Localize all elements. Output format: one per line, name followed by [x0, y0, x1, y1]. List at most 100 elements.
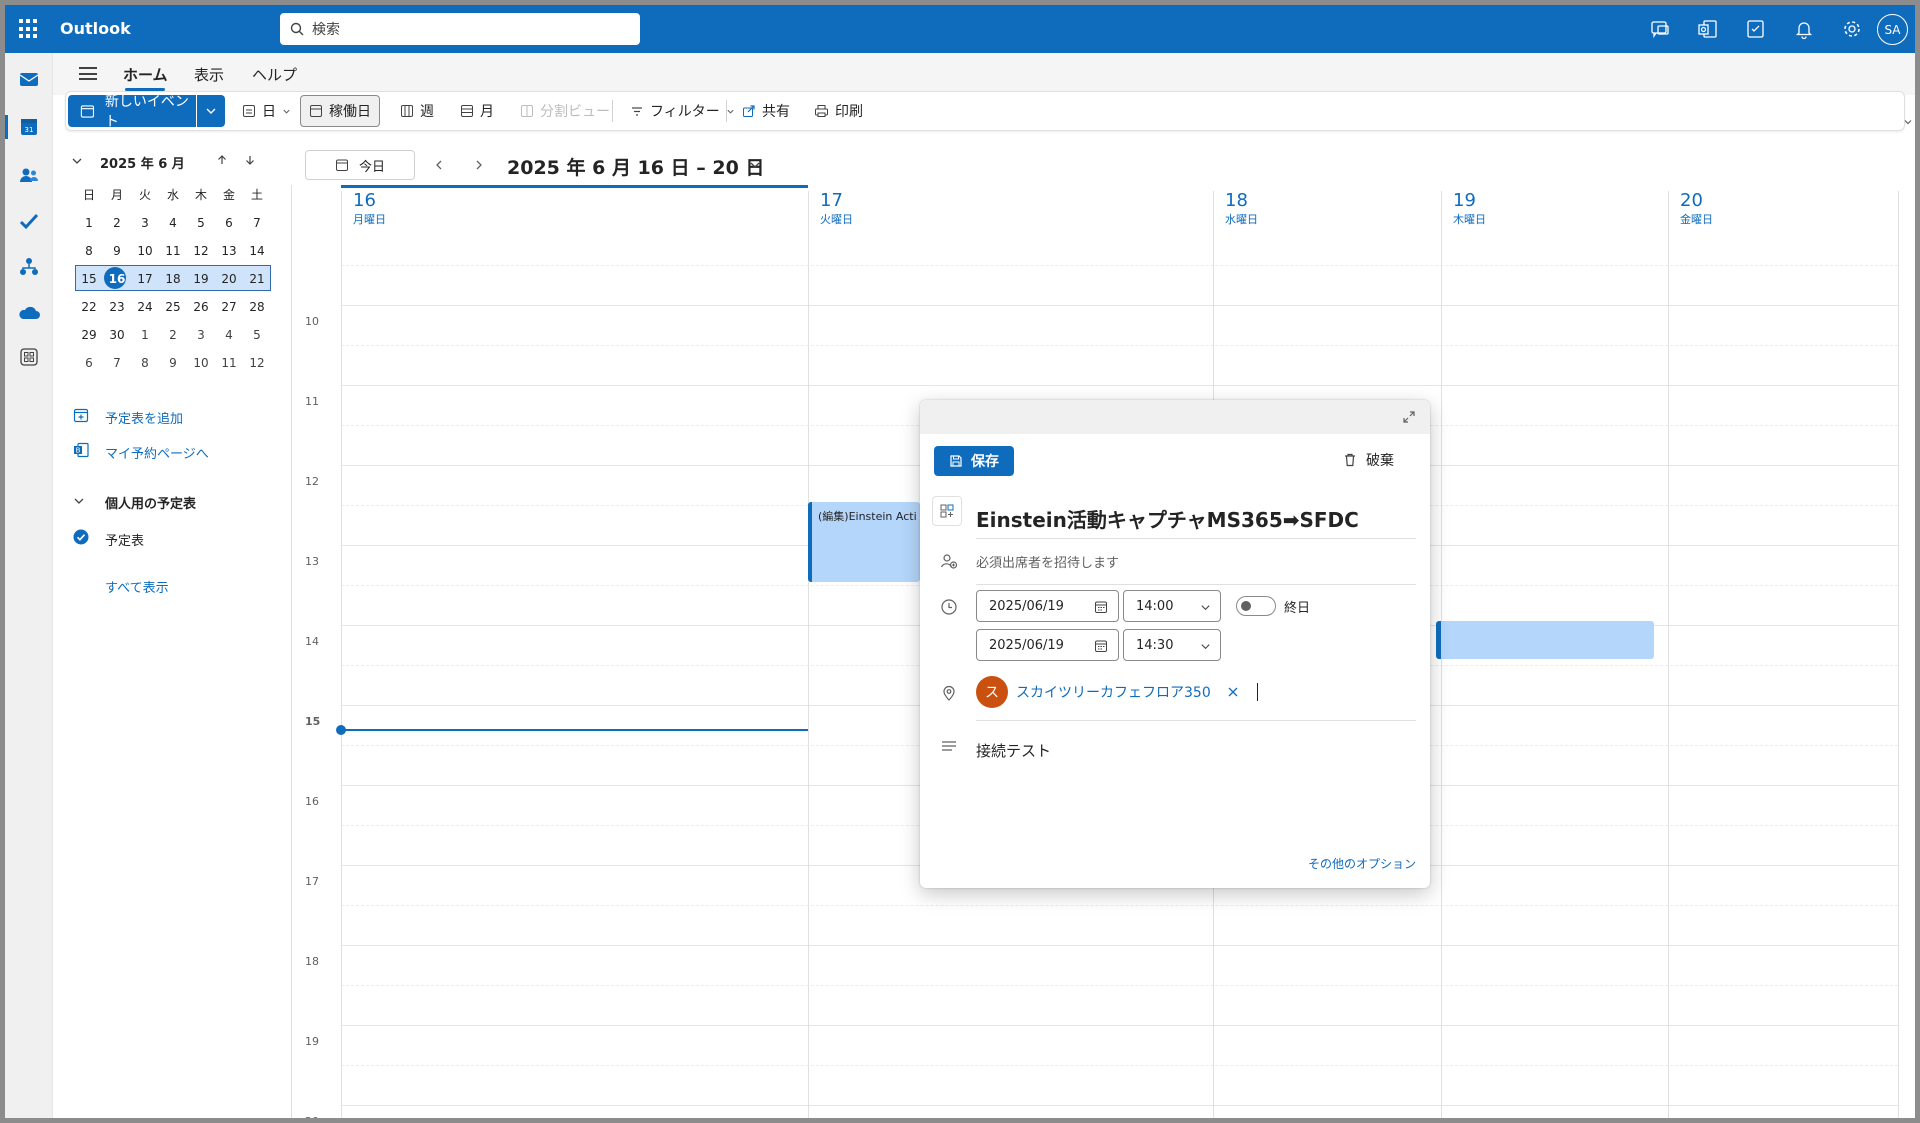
checked-circle-icon[interactable]: [73, 529, 89, 545]
share-button[interactable]: 共有: [734, 95, 798, 127]
chevron-down-icon[interactable]: [749, 159, 761, 171]
mini-calendar-day[interactable]: 24: [137, 300, 152, 314]
mini-calendar-day[interactable]: 14: [249, 244, 264, 258]
add-calendar-link[interactable]: 予定表を追加: [105, 408, 183, 427]
more-options-link[interactable]: その他のオプション: [1308, 855, 1416, 872]
mini-calendar-day[interactable]: 9: [169, 356, 177, 370]
mini-calendar-day[interactable]: 29: [81, 328, 96, 342]
mini-calendar-day[interactable]: 19: [193, 272, 208, 286]
chevron-left-icon[interactable]: [433, 159, 445, 171]
mini-calendar-day[interactable]: 4: [225, 328, 233, 342]
mini-calendar-day[interactable]: 5: [253, 328, 261, 342]
mini-calendar-day[interactable]: 18: [165, 272, 180, 286]
mini-calendar-day[interactable]: 3: [141, 216, 149, 230]
location-chip[interactable]: ス スカイツリーカフェフロア350: [976, 676, 1258, 708]
attendees-input[interactable]: 必須出席者を招待します: [976, 552, 1119, 571]
mini-calendar-day[interactable]: 1: [141, 328, 149, 342]
people-icon[interactable]: [17, 163, 41, 187]
mini-calendar-day[interactable]: 10: [193, 356, 208, 370]
mini-calendar-day[interactable]: 7: [113, 356, 121, 370]
tab-help[interactable]: ヘルプ: [252, 64, 297, 85]
draft-event-block[interactable]: [1436, 621, 1654, 659]
todo-icon[interactable]: [17, 209, 41, 233]
mini-calendar-day[interactable]: 11: [221, 356, 236, 370]
new-event-button[interactable]: 新しいイベント: [68, 94, 196, 130]
mini-calendar-day[interactable]: 2: [169, 328, 177, 342]
ribbon-expand-icon[interactable]: [1903, 117, 1913, 127]
mini-calendar-day[interactable]: 15: [81, 272, 96, 286]
chevron-right-icon[interactable]: [473, 159, 485, 171]
feedback-icon[interactable]: [1648, 17, 1672, 41]
user-avatar[interactable]: SA: [1877, 14, 1908, 45]
mini-calendar-day[interactable]: 9: [113, 244, 121, 258]
bell-icon[interactable]: [1792, 17, 1816, 41]
tab-view[interactable]: 表示: [194, 64, 224, 85]
close-icon[interactable]: [1227, 686, 1239, 698]
mini-calendar-day[interactable]: 4: [169, 216, 177, 230]
hamburger-icon[interactable]: [79, 67, 97, 80]
new-event-dropdown-button[interactable]: [197, 95, 225, 127]
day-header[interactable]: 20 金曜日: [1680, 190, 1713, 227]
outlook-app-icon[interactable]: [1696, 17, 1720, 41]
save-button[interactable]: 保存: [934, 446, 1014, 476]
mini-calendar-day[interactable]: 22: [81, 300, 96, 314]
gear-icon[interactable]: [1840, 17, 1864, 41]
arrow-down-icon[interactable]: [244, 154, 256, 166]
mini-calendar-day[interactable]: 2: [113, 216, 121, 230]
mini-calendar-day[interactable]: 8: [141, 356, 149, 370]
mini-calendar-day[interactable]: 20: [221, 272, 236, 286]
onedrive-icon[interactable]: [17, 301, 41, 325]
mini-calendar-day[interactable]: 5: [197, 216, 205, 230]
mini-calendar-day[interactable]: 3: [197, 328, 205, 342]
mini-calendar-day[interactable]: 1: [85, 216, 93, 230]
month-view-button[interactable]: 月: [452, 95, 502, 127]
filter-button[interactable]: フィルター: [622, 95, 743, 127]
day-header[interactable]: 18 水曜日: [1225, 190, 1258, 227]
collapse-chevron-icon[interactable]: [71, 155, 83, 167]
org-explorer-icon[interactable]: [17, 255, 41, 279]
day-view-button[interactable]: 日: [234, 95, 299, 127]
mini-calendar-day[interactable]: 17: [137, 272, 152, 286]
mini-calendar-day[interactable]: 13: [221, 244, 236, 258]
category-picker[interactable]: [932, 496, 962, 526]
calendar-icon[interactable]: 31: [17, 115, 41, 139]
start-time-select[interactable]: 14:00: [1123, 590, 1221, 622]
date-range-title[interactable]: 2025 年 6 月 16 日 – 20 日: [507, 153, 764, 180]
calendar-item[interactable]: 予定表: [105, 530, 144, 549]
mail-icon[interactable]: [17, 67, 41, 91]
event-title-input[interactable]: Einstein活動キャプチャMS365➡SFDC: [976, 504, 1359, 533]
app-launcher-icon[interactable]: [19, 19, 39, 39]
mini-calendar-day[interactable]: 10: [137, 244, 152, 258]
mini-calendar-day[interactable]: 27: [221, 300, 236, 314]
mini-calendar-day[interactable]: 11: [165, 244, 180, 258]
mini-calendar-day[interactable]: 7: [253, 216, 261, 230]
booking-page-link[interactable]: マイ予約ページへ: [105, 443, 209, 462]
show-all-link[interactable]: すべて表示: [105, 577, 169, 596]
print-button[interactable]: 印刷: [806, 95, 871, 127]
start-date-field[interactable]: 2025/06/19: [976, 590, 1119, 622]
tab-home[interactable]: ホーム: [123, 64, 168, 85]
more-apps-icon[interactable]: [17, 345, 41, 369]
mini-calendar-day[interactable]: 16: [109, 272, 126, 286]
mini-calendar-day[interactable]: 30: [109, 328, 124, 342]
end-date-field[interactable]: 2025/06/19: [976, 629, 1119, 661]
mini-calendar-day[interactable]: 12: [249, 356, 264, 370]
calendar-event[interactable]: (編集)Einstein Acti: [808, 502, 920, 582]
end-time-select[interactable]: 14:30: [1123, 629, 1221, 661]
mini-calendar-day[interactable]: 6: [85, 356, 93, 370]
day-header[interactable]: 17 火曜日: [820, 190, 853, 227]
mini-calendar-day[interactable]: 28: [249, 300, 264, 314]
mini-calendar-day[interactable]: 26: [193, 300, 208, 314]
expand-icon[interactable]: [1402, 410, 1416, 424]
arrow-up-icon[interactable]: [216, 154, 228, 166]
discard-button[interactable]: 破棄: [1342, 450, 1394, 470]
day-header[interactable]: 19 木曜日: [1453, 190, 1486, 227]
workweek-view-button[interactable]: 稼働日: [300, 95, 380, 127]
chevron-down-icon[interactable]: [73, 495, 85, 507]
calendar-group-header[interactable]: 個人用の予定表: [105, 493, 196, 512]
mini-calendar-day[interactable]: 25: [165, 300, 180, 314]
week-view-button[interactable]: 週: [392, 95, 442, 127]
all-day-toggle[interactable]: [1236, 596, 1276, 616]
search-input[interactable]: 検索: [280, 13, 640, 45]
notes-icon[interactable]: [1744, 17, 1768, 41]
